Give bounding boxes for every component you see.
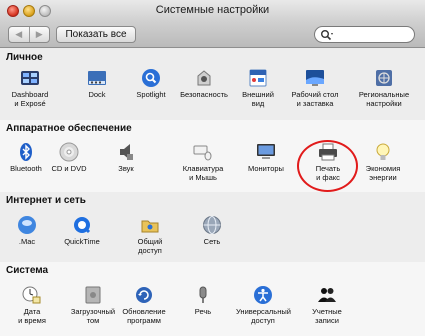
appearance-icon [249,69,267,87]
print-fax-icon [319,143,337,161]
show-all-button[interactable]: Показать все [56,26,136,43]
section-title-internet-network: Интернет и сеть [6,195,86,206]
pref-label: Spotlight [136,90,166,99]
pref-label: .Mac [18,237,36,246]
keyboard-mouse-icon [193,145,212,161]
pref-dotmac[interactable]: .Mac [0,215,54,247]
section-personal: Личное Dashboard и Exposé Dock Spotlight… [0,49,425,120]
pref-label: Сеть [203,237,221,246]
pref-desktop-screensaver[interactable]: Рабочий стол и заставка [288,68,342,108]
pref-label: Внешний вид [242,90,274,108]
pref-sound[interactable]: Звук [99,142,153,174]
back-button[interactable]: ◀ [9,27,29,42]
search-icon [321,30,333,41]
pref-dock[interactable]: Dock [70,68,124,100]
universal-access-icon [254,286,272,304]
cd-dvd-icon [59,142,79,162]
desktop-screensaver-icon [306,70,324,86]
bluetooth-icon [20,143,32,161]
section-hardware: Аппаратное обеспечение Bluetooth CD и DV… [0,120,425,192]
pref-label: Региональные настройки [358,90,410,108]
pref-label: Обновление программ [122,307,166,325]
pref-label: Речь [194,307,212,316]
software-update-icon [136,287,152,303]
pref-label: Общий доступ [137,237,163,255]
pref-label: Загрузочный том [70,307,116,325]
pref-universal-access[interactable]: Универсальный доступ [236,285,291,325]
pref-label: Учетные записи [312,307,342,325]
speech-icon [199,286,207,303]
search-field[interactable] [314,26,415,43]
pref-keyboard-mouse[interactable]: Клавиатура и Мышь [176,142,230,182]
startup-disk-icon [85,286,101,304]
pref-label: Dock [88,90,106,99]
pref-print-fax[interactable]: Печать и факс [301,142,355,182]
dotmac-icon [18,216,36,234]
date-time-icon [22,286,41,304]
security-icon [197,70,211,86]
pref-label: Дата и время [18,307,46,325]
dashboard-expose-icon [21,71,39,85]
section-internet-network: Интернет и сеть .Mac QuickTime Общий дос… [0,192,425,262]
section-title-hardware: Аппаратное обеспечение [6,123,132,134]
pref-label: Клавиатура и Мышь [182,164,224,182]
system-preferences-window: Системные настройки ◀ ▶ Показать все Лич… [0,0,425,336]
sound-icon [120,144,133,160]
pref-dashboard-expose[interactable]: Dashboard и Exposé [3,68,57,108]
title-bar: Системные настройки [0,0,425,22]
pref-security[interactable]: Безопасность [177,68,231,100]
pref-label: Мониторы [248,164,284,173]
pref-startup-disk[interactable]: Загрузочный том [66,285,120,325]
forward-button[interactable]: ▶ [28,27,50,42]
dock-icon [88,71,106,85]
international-icon [376,70,392,86]
pref-international[interactable]: Региональные настройки [357,68,411,108]
pref-label: QuickTime [64,237,100,246]
pref-label: Звук [118,164,134,173]
pref-displays[interactable]: Мониторы [239,142,293,174]
pref-speech[interactable]: Речь [176,285,230,317]
pref-label: Рабочий стол и заставка [291,90,339,108]
quicktime-icon [74,217,91,234]
pref-label: Печать и факс [315,164,341,182]
section-title-system: Система [6,265,49,276]
pref-spotlight[interactable]: Spotlight [124,68,178,100]
pref-network[interactable]: Сеть [185,215,239,247]
search-input[interactable] [335,28,411,41]
toolbar: ◀ ▶ Показать все [0,22,425,48]
pref-energy-saver[interactable]: Экономия энергии [356,142,410,182]
spotlight-icon [142,69,160,87]
pref-accounts[interactable]: Учетные записи [300,285,354,325]
pref-label: Безопасность [180,90,228,99]
pref-cd-dvd[interactable]: CD и DVD [42,142,96,174]
pref-date-time[interactable]: Дата и время [5,285,59,325]
pref-label: Универсальный доступ [236,307,291,325]
network-icon [203,216,221,234]
window-title: Системные настройки [155,4,270,16]
back-forward-control: ◀ ▶ [8,26,50,43]
pref-appearance[interactable]: Внешний вид [231,68,285,108]
pref-label: Экономия энергии [365,164,401,182]
section-system: Система Дата и время Загрузочный том Обн… [0,262,425,336]
accounts-icon [318,288,336,302]
pref-software-update[interactable]: Обновление программ [117,285,171,325]
displays-icon [257,144,275,159]
sharing-icon [141,220,159,233]
pref-label: Dashboard и Exposé [11,90,49,108]
pref-quicktime[interactable]: QuickTime [55,215,109,247]
section-title-personal: Личное [6,52,43,63]
pref-label: CD и DVD [51,164,87,173]
energy-saver-icon [376,143,390,160]
pref-sharing[interactable]: Общий доступ [123,215,177,255]
